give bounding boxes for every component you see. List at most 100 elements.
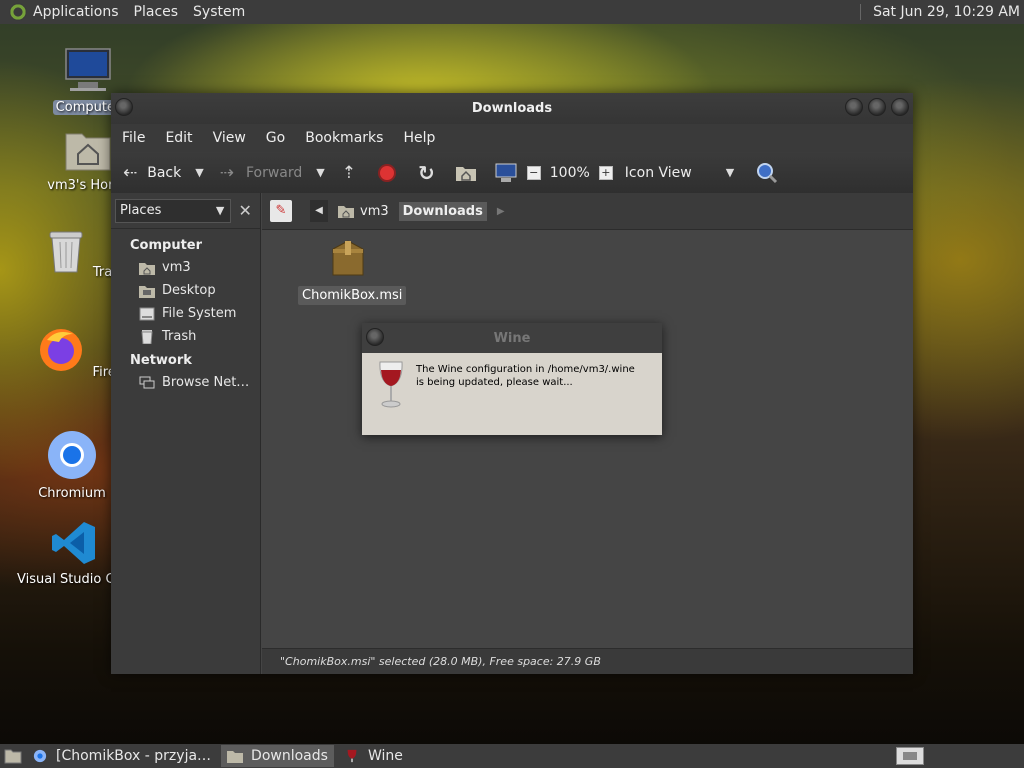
firefox-icon [40,329,83,371]
view-mode-dropdown-icon[interactable]: ▼ [726,166,734,179]
desktop-folder-icon [139,285,155,298]
sidebar-item-browse-network[interactable]: Browse Net… [111,371,260,394]
zoom-level: 100% [549,164,590,181]
sidebar-item-vm3[interactable]: vm3 [111,256,260,279]
workspace-switcher[interactable] [896,747,924,765]
menu-view[interactable]: View [213,130,246,146]
stop-icon[interactable] [378,163,396,182]
menu-bookmarks[interactable]: Bookmarks [305,130,383,146]
taskbar-item-wine[interactable]: Wine [338,745,409,767]
vscode-icon [52,522,95,564]
sidebar-header: Places ▼ ✕ [111,193,260,229]
sidebar-group-network: Network [130,353,192,368]
sidebar-item-label: Browse Net… [162,375,250,390]
wine-glass-icon [379,361,403,408]
menu-system[interactable]: System [193,4,245,20]
close-button[interactable] [891,98,909,116]
sidebar-item-label: Trash [162,329,197,344]
trash-icon [49,231,83,273]
breadcrumb-downloads[interactable]: Downloads [398,201,487,221]
workspace-window-icon [903,752,917,760]
maximize-button[interactable] [868,98,886,116]
trash-icon [141,329,153,344]
taskbar-item-label: Downloads [251,748,328,764]
window-title: Downloads [471,101,553,116]
path-scroll-left-icon[interactable]: ◀ [310,200,328,222]
sidebar-item-trash[interactable]: Trash [111,325,260,348]
taskbar-item-downloads[interactable]: Downloads [221,745,334,767]
chromium-icon [48,431,96,479]
menu-file[interactable]: File [122,130,145,146]
sidebar-selector-label: Places [120,203,162,218]
zoom-out-icon[interactable]: − [526,165,541,180]
network-icon [139,376,155,388]
menu-help[interactable]: Help [403,130,435,146]
home-folder-icon [338,206,354,218]
chromium-icon [33,749,47,763]
chevron-down-icon: ▼ [215,204,225,217]
sidebar-close-icon[interactable]: ✕ [234,200,256,222]
back-arrow-icon: ⇠ [123,162,138,183]
file-name: ChomikBox.msi [298,286,407,305]
window-menu-button[interactable] [115,98,133,116]
clock[interactable]: Sat Jun 29, 10:29 AM [860,4,1020,20]
back-label: Back [147,164,182,181]
sidebar-group-computer: Computer [130,238,203,253]
monitor-icon [65,48,111,91]
dialog-message: The Wine configuration in /home/vm3/.win… [416,364,635,388]
window-titlebar[interactable]: Downloads [111,93,913,124]
taskbar-item-chomikbox[interactable]: [ChomikBox - przyja… [26,745,217,767]
sidebar-item-filesystem[interactable]: File System [111,302,260,325]
reload-icon[interactable]: ↻ [418,161,435,185]
minimize-button[interactable] [845,98,863,116]
menu-go[interactable]: Go [266,130,285,146]
taskbar-item-label: [ChomikBox - przyja… [56,748,212,764]
top-panel: Applications Places System Sat Jun 29, 1… [0,0,1024,24]
taskbar-item-label: Wine [367,748,403,764]
bottom-panel: [ChomikBox - przyja… Downloads Wine [0,744,1024,768]
wine-dialog: Wine The Wine configuration in /home/vm3… [362,323,662,435]
mate-logo-icon[interactable] [9,3,27,21]
dialog-titlebar[interactable]: Wine [362,323,662,353]
breadcrumb-label: vm3 [360,203,389,219]
dialog-menu-button[interactable] [366,328,384,346]
forward-history-dropdown[interactable]: ▼ [316,166,324,179]
back-history-dropdown[interactable]: ▼ [195,166,203,179]
desktop-icon-label: Chromium [38,486,106,501]
path-scroll-right-icon[interactable]: ▶ [497,206,505,217]
wine-glass-icon [347,749,357,763]
menu-applications[interactable]: Applications [33,4,119,20]
folder-icon [227,751,244,763]
show-desktop-icon[interactable] [4,748,22,764]
forward-label: Forward [245,164,303,181]
breadcrumb-vm3[interactable]: vm3 [334,202,393,221]
menu-places[interactable]: Places [134,4,179,20]
back-button[interactable]: ⇠ Back [123,163,181,183]
sidebar-selector[interactable]: Places ▼ [115,198,232,223]
dialog-title: Wine [493,330,531,346]
location-edit-icon[interactable]: ✎ [270,200,292,222]
home-icon[interactable] [455,164,477,182]
home-folder-icon [139,262,155,275]
computer-icon[interactable] [495,163,517,183]
path-bar: ✎ ◀ vm3 Downloads ▶ [262,193,913,230]
drive-icon [139,307,155,320]
breadcrumb-label: Downloads [402,203,483,219]
sidebar-item-label: File System [162,306,237,321]
sidebar-item-label: vm3 [162,260,191,275]
search-icon[interactable] [756,162,778,184]
menubar: File Edit View Go Bookmarks Help [111,124,913,152]
zoom-in-icon[interactable]: + [598,165,613,180]
sidebar-item-desktop[interactable]: Desktop [111,279,260,302]
package-icon [332,240,364,276]
forward-button[interactable]: ⇢ Forward [220,163,303,183]
home-folder-icon [65,133,111,171]
menu-edit[interactable]: Edit [165,130,192,146]
sidebar: Places ▼ ✕ Computer vm3 Desktop File Sys… [111,193,261,674]
dialog-body: The Wine configuration in /home/vm3/.win… [362,353,662,435]
file-item[interactable]: ChomikBox.msi [298,239,407,305]
view-mode-select[interactable]: Icon View [625,165,692,181]
up-arrow-icon[interactable]: ⇡ [342,163,356,183]
status-bar: "ChomikBox.msi" selected (28.0 MB), Free… [262,648,913,674]
toolbar: ⇠ Back ▼ ⇢ Forward ▼ ⇡ ↻ − 100% + Icon V… [111,152,913,193]
